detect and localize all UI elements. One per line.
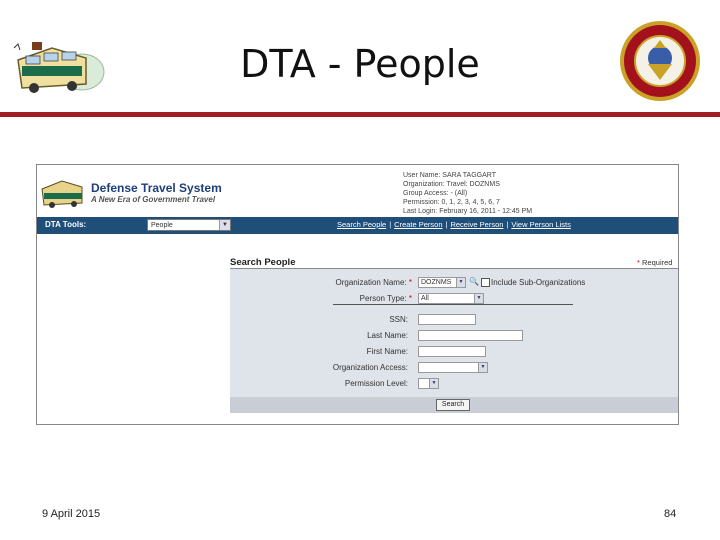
org-lookup-icon[interactable]: 🔍 xyxy=(469,277,479,286)
last-name-input[interactable] xyxy=(418,330,523,341)
create-person-link[interactable]: Create Person xyxy=(394,220,442,229)
view-person-lists-link[interactable]: View Person Lists xyxy=(511,220,570,229)
slide-title: DTA - People xyxy=(240,42,480,86)
user-info: User Name: SARA TAGGART Organization: Tr… xyxy=(403,171,532,216)
user-info-line: User Name: SARA TAGGART xyxy=(403,172,496,179)
ssn-label: SSN: xyxy=(389,315,408,324)
page-number: 84 xyxy=(664,508,677,520)
required-note-text: Required xyxy=(642,258,673,267)
required-star: * xyxy=(408,294,412,303)
nav-links: Search People | Create Person | Receive Pers… xyxy=(337,220,571,229)
title-divider xyxy=(0,112,720,117)
chevron-down-icon: ▼ xyxy=(478,363,487,372)
user-info-line: Last Login: February 16, 2011 - 12:45 PM xyxy=(403,208,533,215)
permission-level-label: Permission Level: xyxy=(344,379,408,388)
include-sub-orgs-checkbox[interactable] xyxy=(481,278,490,287)
include-sub-orgs-label: Include Sub-Organizations xyxy=(491,278,586,287)
last-name-label: Last Name: xyxy=(367,331,408,340)
user-info-line: Organization: Travel: DOZNMS xyxy=(403,181,500,188)
button-bar: Search xyxy=(230,397,678,413)
search-form: Organization Name: * DOZNMS ▼ 🔍 Include … xyxy=(230,269,678,397)
dta-tools-navbar: DTA Tools: People ▼ Search People | Create… xyxy=(37,217,678,234)
dts-header: Defense Travel System A New Era of Gover… xyxy=(37,165,678,217)
dta-tools-selected: People xyxy=(151,222,173,229)
person-type-select[interactable]: All ▼ xyxy=(418,293,484,304)
first-name-label: First Name: xyxy=(366,347,408,356)
permission-level-select[interactable]: ▼ xyxy=(418,378,439,389)
org-name-label-text: Organization Name: xyxy=(335,278,407,287)
search-people-title: Search People xyxy=(230,257,296,268)
marine-corps-seal-icon xyxy=(619,20,701,102)
receive-person-link[interactable]: Receive Person xyxy=(450,220,503,229)
required-star: * xyxy=(637,258,640,267)
chevron-down-icon: ▼ xyxy=(456,278,465,287)
dts-screenshot: Defense Travel System A New Era of Gover… xyxy=(36,164,679,425)
chevron-down-icon: ▼ xyxy=(429,379,438,388)
footer-date: 9 April 2015 xyxy=(42,508,101,520)
search-button[interactable]: Search xyxy=(436,399,470,411)
person-type-label-text: Person Type: xyxy=(359,294,407,303)
dts-subtitle: A New Era of Government Travel xyxy=(91,195,216,204)
org-name-value: DOZNMS xyxy=(421,279,452,286)
form-divider xyxy=(333,304,573,305)
chevron-down-icon: ▼ xyxy=(474,294,483,303)
chevron-down-icon: ▼ xyxy=(219,220,230,230)
user-info-line: Group Access: - (All) xyxy=(403,190,468,197)
dts-title: Defense Travel System xyxy=(91,181,222,195)
dta-tools-select[interactable]: People ▼ xyxy=(147,219,231,231)
person-type-value: All xyxy=(421,295,429,302)
search-people-link[interactable]: Search People xyxy=(337,220,386,229)
person-type-label: Person Type: * xyxy=(360,294,412,303)
required-star: * xyxy=(408,278,412,287)
first-name-input[interactable] xyxy=(418,346,486,357)
required-note: * Required xyxy=(637,258,672,267)
nav-separator: | xyxy=(389,220,392,229)
dts-logo-icon xyxy=(40,175,90,209)
org-access-label: Organization Access: xyxy=(332,363,408,372)
org-access-select[interactable]: ▼ xyxy=(418,362,488,373)
user-info-line: Permission: 0, 1, 2, 3, 4, 5, 6, 7 xyxy=(403,199,500,206)
org-name-label: Organization Name: * xyxy=(335,278,412,287)
dta-tools-label: DTA Tools: xyxy=(45,220,87,229)
ssn-input[interactable] xyxy=(418,314,476,325)
org-name-select[interactable]: DOZNMS ▼ xyxy=(418,277,466,288)
